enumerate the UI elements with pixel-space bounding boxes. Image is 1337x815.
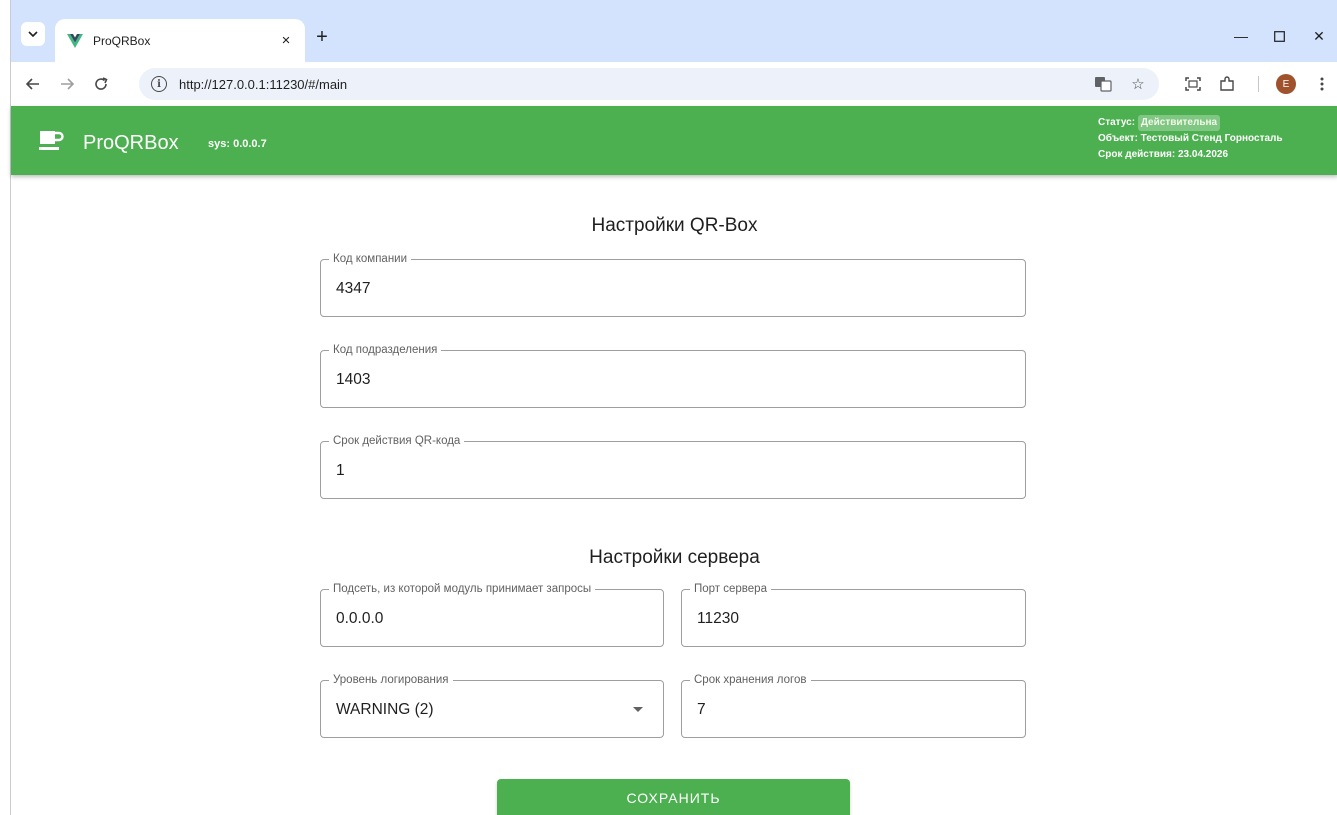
- qr-validity-value: 1: [336, 462, 345, 479]
- save-button[interactable]: СОХРАНИТЬ: [497, 779, 850, 815]
- log-retention-field[interactable]: Срок хранения логов 7: [681, 673, 1026, 738]
- main-content: Настройки QR-Box Код компании 4347 Код п…: [11, 175, 1337, 815]
- close-window-icon[interactable]: ✕: [1309, 26, 1329, 46]
- coffee-cup-icon: [39, 130, 65, 152]
- url-text: http://127.0.0.1:11230/#/main: [179, 76, 348, 92]
- log-retention-value: 7: [697, 701, 706, 718]
- tab-strip: ProQRBox × + — ✕: [11, 0, 1337, 62]
- browser-window: ProQRBox × + — ✕ i http://127.0.0.1:1123…: [10, 0, 1337, 815]
- subnet-field[interactable]: Подсеть, из которой модуль принимает зап…: [320, 582, 664, 647]
- qr-validity-label: Срок действия QR-кода: [329, 434, 465, 448]
- app-title: ProQRBox: [83, 132, 179, 154]
- company-code-field[interactable]: Код компании 4347: [320, 252, 1026, 317]
- expiry-line: Срок действия: 23.04.2026: [1098, 149, 1229, 160]
- tab-title: ProQRBox: [93, 33, 151, 48]
- forward-arrow-icon[interactable]: [55, 72, 79, 96]
- company-code-label: Код компании: [329, 252, 412, 266]
- license-status: Статус: Действительна Объект: Тестовый С…: [1098, 115, 1283, 163]
- browser-toolbar: i http://127.0.0.1:11230/#/main ☆ E: [11, 62, 1337, 106]
- minimize-icon[interactable]: —: [1231, 26, 1251, 46]
- new-tab-button[interactable]: +: [311, 26, 333, 48]
- vue-favicon-icon: [67, 33, 83, 49]
- translate-icon[interactable]: [1093, 74, 1113, 94]
- log-level-label: Уровень логирования: [329, 673, 453, 687]
- qrbox-settings-title: Настройки QR-Box: [591, 215, 758, 236]
- toolbar-separator: [1258, 76, 1259, 92]
- log-retention-label: Срок хранения логов: [690, 673, 811, 687]
- address-bar[interactable]: i http://127.0.0.1:11230/#/main: [139, 68, 1159, 100]
- chevron-down-icon: [28, 31, 38, 37]
- maximize-icon[interactable]: [1269, 26, 1289, 46]
- object-line: Объект: Тестовый Стенд Горносталь: [1098, 133, 1283, 144]
- division-code-field[interactable]: Код подразделения 1403: [320, 343, 1026, 408]
- app-header: ProQRBox sys: 0.0.0.7 Статус: Действител…: [11, 106, 1337, 175]
- browser-tab[interactable]: ProQRBox ×: [55, 19, 305, 62]
- log-level-select[interactable]: Уровень логирования WARNING (2): [320, 673, 664, 738]
- division-code-value: 1403: [336, 371, 371, 388]
- reload-icon[interactable]: [89, 72, 113, 96]
- server-port-field[interactable]: Порт сервера 11230: [681, 582, 1026, 647]
- status-badge: Действительна: [1137, 115, 1221, 131]
- subnet-value: 0.0.0.0: [336, 610, 384, 627]
- subnet-label: Подсеть, из которой модуль принимает зап…: [329, 582, 596, 596]
- server-settings-title: Настройки сервера: [589, 547, 760, 568]
- status-label: Статус:: [1098, 117, 1136, 128]
- server-port-value: 11230: [697, 610, 739, 627]
- back-arrow-icon[interactable]: [21, 72, 45, 96]
- company-code-value: 4347: [336, 280, 371, 297]
- screenshot-icon[interactable]: [1183, 74, 1203, 94]
- site-info-icon[interactable]: i: [151, 76, 167, 92]
- tab-search-button[interactable]: [21, 22, 45, 46]
- division-code-label: Код подразделения: [329, 343, 442, 357]
- extensions-puzzle-icon[interactable]: [1217, 74, 1237, 94]
- server-port-label: Порт сервера: [690, 582, 771, 596]
- dropdown-caret-icon[interactable]: [633, 707, 643, 712]
- profile-avatar[interactable]: E: [1276, 74, 1296, 94]
- qr-validity-field[interactable]: Срок действия QR-кода 1: [320, 434, 1026, 499]
- app-version: sys: 0.0.0.7: [208, 138, 267, 150]
- more-menu-icon[interactable]: [1312, 74, 1332, 94]
- log-level-value: WARNING (2): [336, 701, 434, 718]
- bookmark-star-icon[interactable]: ☆: [1128, 74, 1148, 94]
- tab-close-icon[interactable]: ×: [277, 32, 295, 50]
